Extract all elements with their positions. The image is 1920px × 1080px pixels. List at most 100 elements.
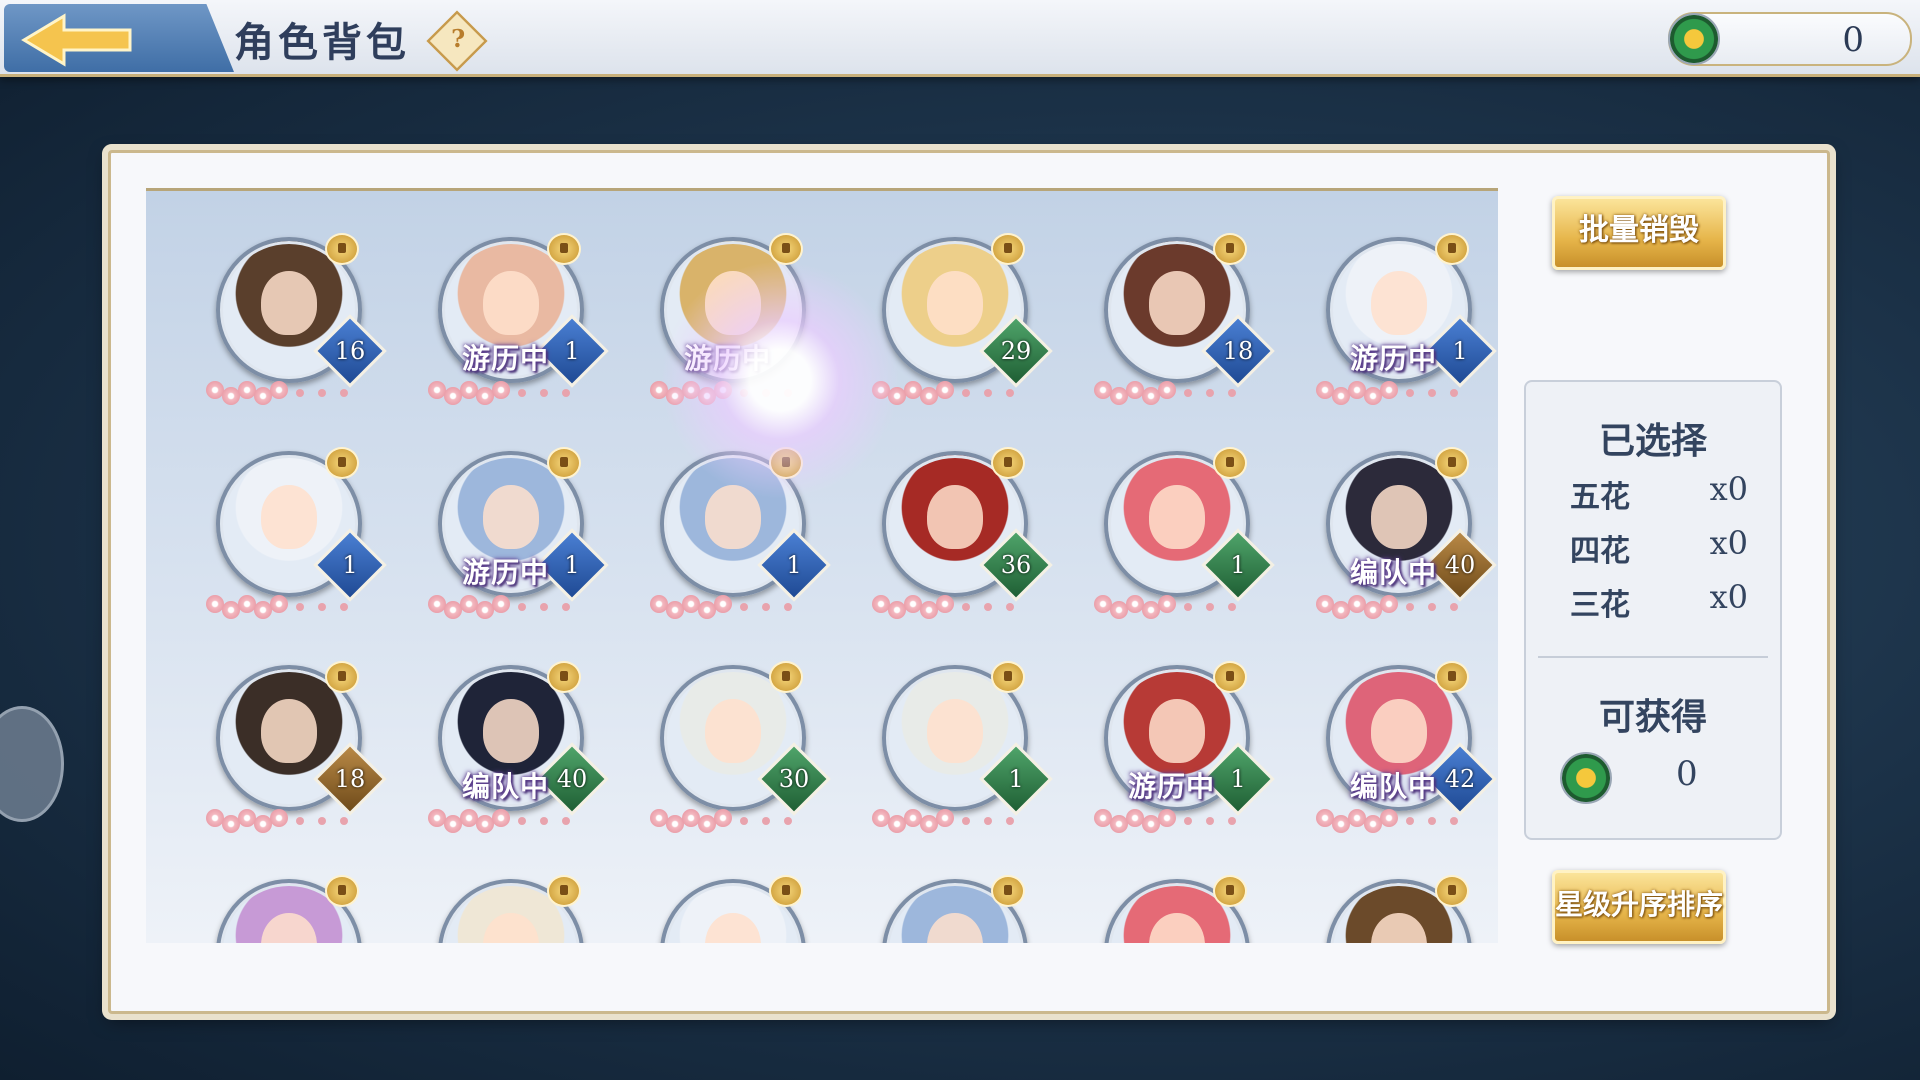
flower-icon bbox=[936, 595, 954, 613]
lock-icon[interactable] bbox=[547, 875, 581, 907]
level-value: 1 bbox=[1230, 551, 1246, 579]
character-card[interactable]: 1 bbox=[180, 423, 387, 623]
selection-summary: 已选择 五花 x0 四花 x0 三花 x0 可获得 0 bbox=[1524, 380, 1782, 840]
character-card[interactable] bbox=[624, 851, 824, 943]
lock-icon[interactable] bbox=[769, 875, 803, 907]
lock-icon[interactable] bbox=[325, 875, 359, 907]
lock-icon[interactable] bbox=[1213, 661, 1247, 693]
star-flowers bbox=[206, 593, 376, 619]
lock-icon[interactable] bbox=[991, 661, 1025, 693]
flower-bud-icon bbox=[562, 817, 570, 825]
character-card[interactable]: 18 bbox=[180, 637, 387, 837]
character-card[interactable] bbox=[1290, 851, 1490, 943]
flower-icon bbox=[1158, 595, 1176, 613]
lock-icon[interactable] bbox=[547, 233, 581, 265]
flower-bud-icon bbox=[318, 389, 326, 397]
flower-bud-icon bbox=[296, 817, 304, 825]
character-card[interactable]: 40 编队中 bbox=[402, 637, 609, 837]
level-value: 1 bbox=[564, 337, 580, 365]
character-card[interactable]: 1 游历中 bbox=[1290, 209, 1497, 409]
lock-icon[interactable] bbox=[325, 233, 359, 265]
flower-bud-icon bbox=[984, 603, 992, 611]
flower-bud-icon bbox=[984, 817, 992, 825]
flower-bud-icon bbox=[318, 603, 326, 611]
lock-icon[interactable] bbox=[1435, 661, 1469, 693]
flower-icon bbox=[492, 595, 510, 613]
flower-bud-icon bbox=[1406, 603, 1414, 611]
flower-bud-icon bbox=[962, 817, 970, 825]
flower-bud-icon bbox=[340, 389, 348, 397]
flower-icon bbox=[1380, 809, 1398, 827]
side-menu-handle[interactable] bbox=[0, 706, 64, 822]
status-tag: 编队中 bbox=[462, 770, 550, 803]
character-card[interactable]: 1 bbox=[1068, 423, 1275, 623]
character-card[interactable]: 30 bbox=[624, 637, 831, 837]
five-flower-label: 五花 bbox=[1570, 480, 1630, 515]
lock-icon[interactable] bbox=[1213, 233, 1247, 265]
lock-icon[interactable] bbox=[547, 661, 581, 693]
character-card[interactable]: 1 游历中 bbox=[402, 209, 609, 409]
flower-bud-icon bbox=[1450, 603, 1458, 611]
coin-icon bbox=[1668, 13, 1720, 65]
four-flower-count: x0 bbox=[1709, 524, 1748, 562]
lock-icon[interactable] bbox=[1213, 447, 1247, 479]
flower-bud-icon bbox=[540, 389, 548, 397]
flower-bud-icon bbox=[784, 817, 792, 825]
lock-icon[interactable] bbox=[1213, 875, 1247, 907]
lock-icon[interactable] bbox=[325, 447, 359, 479]
help-symbol: ? bbox=[451, 25, 466, 54]
character-card[interactable]: 42 编队中 bbox=[1290, 637, 1497, 837]
character-card[interactable]: 16 bbox=[180, 209, 387, 409]
lock-icon[interactable] bbox=[1435, 233, 1469, 265]
selection-flash-effect bbox=[660, 260, 900, 500]
sort-by-star-button[interactable]: 星级升序排序 bbox=[1552, 870, 1726, 944]
lock-icon[interactable] bbox=[325, 661, 359, 693]
star-flowers bbox=[650, 593, 820, 619]
character-card[interactable] bbox=[1068, 851, 1268, 943]
character-card[interactable] bbox=[846, 851, 1046, 943]
status-tag: 编队中 bbox=[1350, 556, 1438, 589]
flower-icon bbox=[1380, 381, 1398, 399]
level-value: 1 bbox=[1230, 765, 1246, 793]
flower-bud-icon bbox=[1228, 817, 1236, 825]
back-button[interactable] bbox=[4, 4, 234, 72]
character-card[interactable]: 1 游历中 bbox=[1068, 637, 1275, 837]
character-card[interactable] bbox=[402, 851, 602, 943]
four-flower-label: 四花 bbox=[1570, 534, 1630, 569]
level-value: 42 bbox=[1444, 765, 1476, 793]
character-card[interactable]: 1 bbox=[846, 637, 1053, 837]
lock-icon[interactable] bbox=[1435, 875, 1469, 907]
lock-icon[interactable] bbox=[991, 233, 1025, 265]
flower-icon bbox=[492, 809, 510, 827]
character-card[interactable]: 18 bbox=[1068, 209, 1275, 409]
character-card[interactable]: 36 bbox=[846, 423, 1053, 623]
star-flowers bbox=[428, 379, 598, 405]
character-card[interactable]: 1 游历中 bbox=[402, 423, 609, 623]
flower-bud-icon bbox=[1428, 603, 1436, 611]
flower-bud-icon bbox=[962, 603, 970, 611]
flower-bud-icon bbox=[518, 817, 526, 825]
character-card[interactable] bbox=[180, 851, 380, 943]
batch-destroy-button[interactable]: 批量销毁 bbox=[1552, 196, 1726, 270]
star-flowers bbox=[1316, 807, 1486, 833]
flower-bud-icon bbox=[540, 603, 548, 611]
lock-icon[interactable] bbox=[1435, 447, 1469, 479]
lock-icon[interactable] bbox=[547, 447, 581, 479]
flower-bud-icon bbox=[1428, 817, 1436, 825]
flower-bud-icon bbox=[318, 817, 326, 825]
character-card[interactable]: 40 编队中 bbox=[1290, 423, 1497, 623]
status-tag: 游历中 bbox=[1128, 770, 1216, 803]
lock-icon[interactable] bbox=[769, 661, 803, 693]
level-value: 18 bbox=[1222, 337, 1254, 365]
flower-bud-icon bbox=[340, 603, 348, 611]
level-value: 1 bbox=[786, 551, 802, 579]
star-flowers bbox=[206, 379, 376, 405]
flower-bud-icon bbox=[1428, 389, 1436, 397]
star-flowers bbox=[872, 593, 1042, 619]
lock-icon[interactable] bbox=[991, 875, 1025, 907]
coin-icon bbox=[1560, 752, 1612, 804]
flower-bud-icon bbox=[1184, 817, 1192, 825]
lock-icon[interactable] bbox=[991, 447, 1025, 479]
flower-icon bbox=[714, 809, 732, 827]
help-icon[interactable]: ? bbox=[426, 10, 488, 72]
